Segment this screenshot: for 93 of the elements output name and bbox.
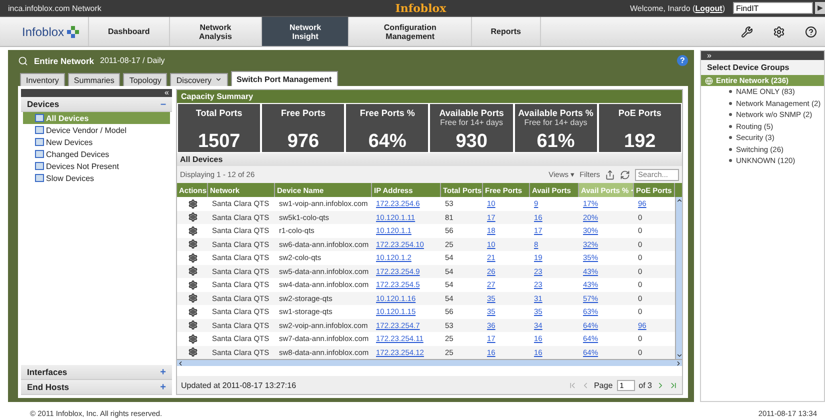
horizontal-scrollbar[interactable] <box>177 359 682 366</box>
search-icon <box>18 56 28 66</box>
tile-value: 64% <box>368 132 406 152</box>
expand-button[interactable]: » <box>701 51 824 60</box>
logo-text: Infoblox <box>22 24 64 38</box>
section-title: Devices <box>27 99 60 109</box>
page-count: of 3 <box>638 380 652 390</box>
gear-icon[interactable] <box>188 212 198 222</box>
help-button[interactable]: ? <box>677 55 688 66</box>
tile-label: Available Ports % <box>518 108 594 118</box>
tab[interactable]: Switch Port Management <box>230 71 338 86</box>
gear-icon[interactable] <box>188 198 198 209</box>
sort-arrow-icon <box>630 188 633 192</box>
tile-value: 930 <box>456 132 488 152</box>
section-header[interactable]: End Hosts + <box>21 380 172 395</box>
section-toggle[interactable]: – <box>160 98 166 110</box>
section-title: Interfaces <box>27 367 68 377</box>
gear-icon[interactable] <box>188 226 198 236</box>
tile-label: PoE Ports <box>618 108 662 118</box>
gear-icon[interactable] <box>188 266 198 276</box>
sidebar-item[interactable]: New Devices <box>23 136 170 148</box>
tile-label: Free Ports % <box>360 108 415 118</box>
section-header[interactable]: Devices – <box>21 97 172 112</box>
bullet-icon <box>729 113 732 116</box>
logo-icon <box>67 26 80 38</box>
panel-title: Select Device Groups <box>701 60 824 75</box>
scroll-up-icon[interactable] <box>676 197 683 204</box>
grid-title: All Devices <box>177 153 682 166</box>
tile-value: 61% <box>536 132 575 152</box>
sidebar-item[interactable]: Slow Devices <box>23 172 170 184</box>
help-icon[interactable] <box>805 26 818 38</box>
collapse-button[interactable]: « <box>21 89 172 97</box>
bullet-icon <box>729 102 732 105</box>
bullet-icon <box>729 148 732 151</box>
tile-value: 192 <box>624 132 656 152</box>
bullet-icon <box>729 136 732 140</box>
tab[interactable]: Discovery <box>170 73 228 86</box>
context-title: Entire Network <box>34 56 94 66</box>
bullet-icon <box>729 124 732 128</box>
panel-title: Capacity Summary <box>177 90 682 103</box>
settings-icon[interactable] <box>773 26 786 38</box>
refresh-icon[interactable] <box>620 170 630 180</box>
logout-link[interactable]: Logout <box>695 4 722 12</box>
tools-icon[interactable] <box>741 26 754 38</box>
sidebar-item[interactable]: All Devices <box>23 112 170 124</box>
nav-tab[interactable]: Reports <box>470 17 540 46</box>
brand-title: Infoblox <box>394 2 448 14</box>
bullet-icon <box>729 90 732 94</box>
tile-value: 976 <box>287 132 320 152</box>
sidebar-item[interactable]: Changed Devices <box>23 148 170 160</box>
gear-icon[interactable] <box>188 280 198 290</box>
section-title: End Hosts <box>27 382 70 392</box>
last-page-icon[interactable] <box>669 380 678 390</box>
network-name: inca.infoblox.com Network <box>8 4 102 12</box>
section-toggle[interactable]: + <box>160 366 166 378</box>
bullet-icon <box>729 159 732 162</box>
tile-label: Free Ports <box>280 108 326 118</box>
vertical-scrollbar[interactable] <box>675 197 682 359</box>
welcome-text: Welcome, Inardo ( <box>630 4 696 12</box>
nav-tab[interactable]: Dashboard <box>88 17 169 46</box>
section-header[interactable]: Interfaces + <box>21 365 172 380</box>
scroll-left-icon[interactable] <box>177 360 184 366</box>
sidebar-item[interactable]: Device Vendor / Model <box>23 124 170 136</box>
scroll-down-icon[interactable] <box>676 352 683 359</box>
tile-value: 1507 <box>198 132 240 152</box>
tab[interactable]: Summaries <box>68 73 120 86</box>
gear-icon[interactable] <box>188 293 198 304</box>
updated-text: Updated at 2011-08-17 13:27:16 <box>181 380 296 390</box>
export-icon[interactable] <box>605 170 615 180</box>
next-page-icon[interactable] <box>656 380 665 390</box>
gear-icon[interactable] <box>188 239 198 250</box>
tile-subtitle: Free for 14+ days <box>440 118 504 127</box>
nav-tab[interactable]: Configuration Management <box>348 17 471 46</box>
sidebar-item[interactable]: Devices Not Present <box>23 160 170 172</box>
gear-icon[interactable] <box>188 334 198 344</box>
welcome-text: ) <box>722 4 725 12</box>
header-corner <box>675 183 682 197</box>
tab[interactable]: Inventory <box>20 73 65 86</box>
tile-label: Total Ports <box>196 108 242 118</box>
tab[interactable]: Topology <box>123 73 168 86</box>
globe-icon <box>705 76 713 84</box>
tile-subtitle: Free for 14+ days <box>524 118 588 127</box>
nav-tab[interactable]: Network Insight <box>261 17 348 46</box>
gear-icon[interactable] <box>188 320 198 330</box>
gear-icon[interactable] <box>188 347 198 358</box>
section-toggle[interactable]: + <box>160 382 166 392</box>
context-date: 2011-08-17 / Daily <box>100 56 165 65</box>
gear-icon[interactable] <box>188 252 198 263</box>
tile-label: Available Ports <box>439 108 504 118</box>
gear-icon[interactable] <box>188 306 198 317</box>
scroll-right-icon[interactable] <box>675 360 682 366</box>
find-field[interactable]: FindIT <box>733 2 813 14</box>
page-label: Page <box>594 380 613 390</box>
